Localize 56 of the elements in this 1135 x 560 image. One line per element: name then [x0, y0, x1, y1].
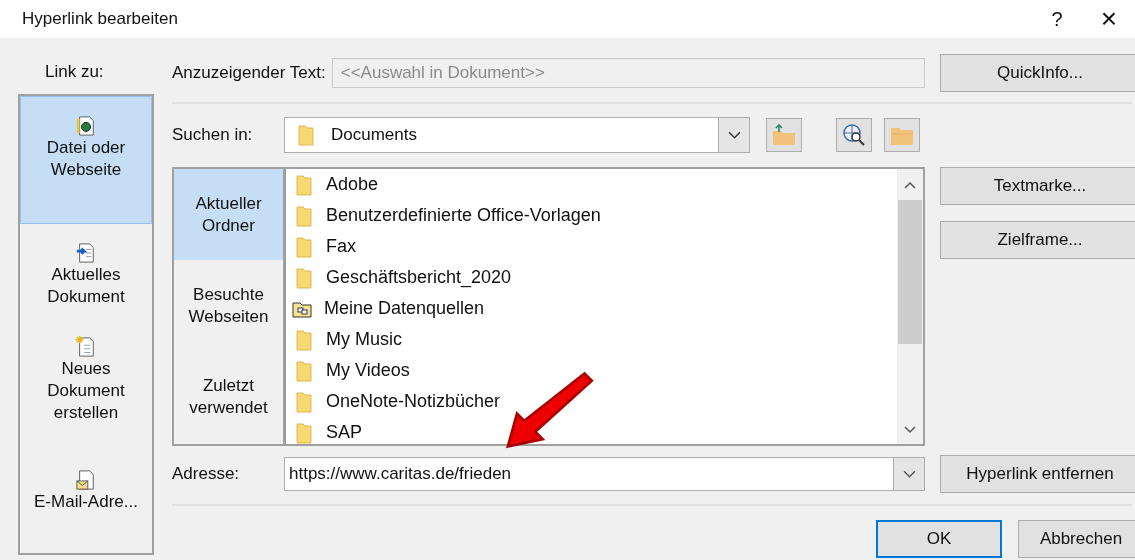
dialog-button[interactable]: Zielframe...	[940, 221, 1135, 259]
folder-icon	[296, 204, 312, 227]
quickinfo-button[interactable]: QuickInfo...	[940, 54, 1135, 92]
document-icon	[76, 335, 96, 358]
address-label: Adresse:	[172, 464, 241, 484]
file-list-item[interactable]: OneNote-Notizbücher	[326, 391, 501, 412]
scrollbar[interactable]	[897, 169, 923, 444]
file-list-item[interactable]: Benutzerdefinierte Office-Vorlagen	[326, 205, 601, 226]
window-title: Hyperlink bearbeiten	[21, 9, 179, 29]
link-type-item[interactable]: Datei oder Webseite	[20, 96, 152, 225]
folder-icon	[296, 421, 312, 444]
up-folder-button[interactable]	[766, 118, 802, 152]
chevron-down-icon	[902, 469, 916, 479]
document-icon	[76, 242, 96, 265]
dialog-button[interactable]: Abbrechen	[1018, 520, 1135, 558]
remove-hyperlink-button[interactable]: Hyperlink entfernen	[940, 455, 1135, 493]
browse-nav-item[interactable]: Aktueller Ordner	[174, 169, 283, 260]
link-type-item[interactable]: Aktuelles Dokument	[20, 224, 152, 326]
link-type-item[interactable]: Neues Dokument erstellen	[20, 325, 152, 452]
file-list-item[interactable]: My Music	[326, 329, 402, 350]
folder-icon	[296, 328, 312, 351]
document-icon	[76, 115, 96, 137]
file-list-item[interactable]: Adobe	[326, 174, 379, 195]
browse-folder-button[interactable]	[884, 118, 920, 152]
chevron-up-icon	[904, 181, 916, 189]
web-search-button[interactable]	[836, 118, 872, 152]
folder-icon	[296, 390, 312, 413]
address-field[interactable]: https://www.caritas.de/frieden	[284, 457, 925, 491]
chevron-down-icon	[727, 130, 741, 140]
file-list-item[interactable]: Geschäftsbericht_2020	[326, 267, 512, 288]
document-icon	[76, 469, 96, 492]
search-icon	[841, 123, 867, 147]
file-list-item[interactable]: Meine Datenquellen	[324, 298, 485, 319]
folder-icon	[296, 173, 312, 196]
folder-icon	[298, 124, 314, 146]
close-button[interactable]: ×	[1083, 3, 1135, 35]
scrollbar-thumb[interactable]	[898, 200, 922, 344]
look-in-dropdown[interactable]: Documents	[284, 117, 750, 153]
file-list-item[interactable]: Fax	[326, 236, 356, 257]
folder-icon	[296, 235, 312, 258]
link-type-item[interactable]: E-Mail-Adre...	[20, 451, 152, 553]
look-in-label: Suchen in:	[172, 125, 254, 145]
chevron-down-icon	[904, 426, 916, 434]
dialog-button[interactable]: Textmarke...	[940, 167, 1135, 205]
file-list-item[interactable]: SAP	[326, 422, 363, 443]
file-list-item[interactable]: My Videos	[326, 360, 410, 381]
help-button[interactable]: ?	[1031, 7, 1083, 31]
data-folder-icon	[292, 299, 312, 318]
dialog-button[interactable]: OK	[876, 520, 1002, 558]
folder-icon	[296, 359, 312, 382]
browse-nav-item[interactable]: Zuletzt verwendet	[174, 351, 283, 442]
display-text-label: Anzuzeigender Text:	[172, 63, 326, 83]
link-to-label: Link zu:	[45, 62, 104, 83]
folder-up-icon	[771, 123, 797, 147]
folder-icon	[296, 266, 312, 289]
browse-nav-item[interactable]: Besuchte Webseiten	[174, 260, 283, 351]
